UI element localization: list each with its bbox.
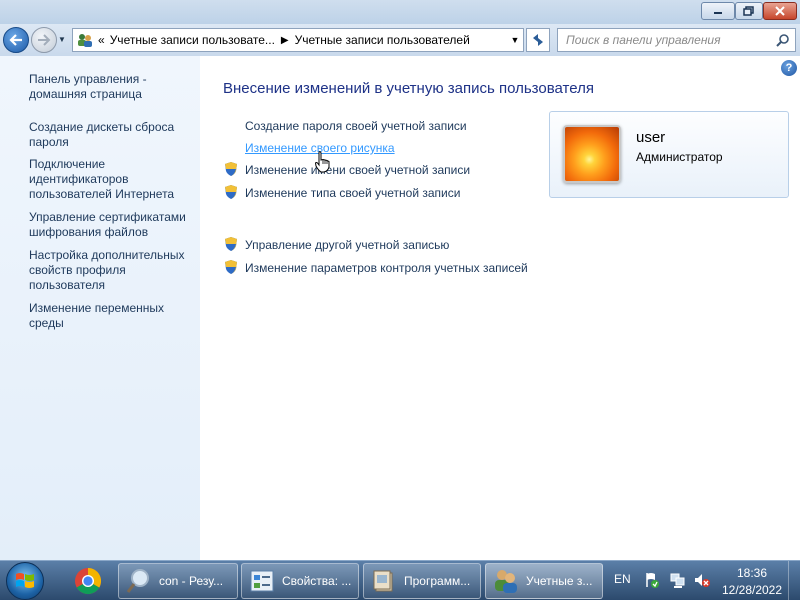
taskbar-item-programs[interactable]: Программ...: [363, 563, 481, 599]
system-tray: [643, 571, 713, 591]
uac-shield-icon: [225, 185, 237, 199]
sidebar-item-reset-disk[interactable]: Создание дискеты сброса пароля: [29, 120, 194, 150]
sidebar-item-online-ids[interactable]: Подключение идентификаторов пользователе…: [29, 157, 194, 202]
page-title: Внесение изменений в учетную запись поль…: [223, 80, 594, 97]
uac-shield-icon: [225, 162, 237, 176]
network-icon[interactable]: [669, 571, 687, 589]
help-button[interactable]: ?: [781, 60, 797, 76]
forward-arrow-icon: [38, 34, 51, 46]
breadcrumb-overflow[interactable]: «: [98, 33, 105, 47]
close-button[interactable]: [763, 2, 797, 20]
breadcrumb-item[interactable]: Учетные записи пользовате...: [110, 33, 275, 47]
address-bar[interactable]: « Учетные записи пользовате... ▶ Учетные…: [72, 28, 524, 52]
show-desktop-button[interactable]: [788, 561, 800, 600]
maximize-button[interactable]: [735, 2, 763, 20]
clock-time[interactable]: 18:36: [728, 566, 776, 580]
user-accounts-icon: [76, 32, 94, 48]
language-indicator[interactable]: EN: [614, 572, 631, 586]
manage-other-account-link[interactable]: Управление другой учетной записью: [245, 238, 449, 252]
change-account-type-link[interactable]: Изменение типа своей учетной записи: [245, 186, 460, 200]
sidebar: Панель управления - домашняя страница Со…: [0, 56, 200, 560]
windows-logo-icon: [16, 573, 34, 588]
maximize-icon: [743, 6, 754, 16]
taskbar-item-user-accounts[interactable]: Учетные з...: [485, 563, 603, 599]
volume-muted-icon[interactable]: [693, 571, 711, 589]
sidebar-item-home[interactable]: Панель управления - домашняя страница: [29, 72, 194, 102]
address-dropdown-icon[interactable]: ▼: [507, 29, 523, 51]
navigation-bar: ▼ « Учетные записи пользовате... ▶ Учетн…: [0, 24, 800, 56]
minimize-icon: [714, 12, 722, 14]
close-icon: [775, 6, 785, 16]
change-name-link[interactable]: Изменение имени своей учетной записи: [245, 163, 470, 177]
programs-icon: [373, 570, 393, 592]
clock-date[interactable]: 12/28/2022: [716, 583, 788, 597]
start-button[interactable]: [6, 562, 44, 600]
minimize-button[interactable]: [701, 2, 735, 20]
user-card: user Администратор: [549, 111, 789, 198]
taskbar-item-properties[interactable]: Свойства: ...: [241, 563, 359, 599]
title-bar: [0, 0, 800, 24]
sidebar-item-certificates[interactable]: Управление сертификатами шифрования файл…: [29, 210, 194, 240]
create-password-link[interactable]: Создание пароля своей учетной записи: [245, 119, 467, 133]
help-icon: ?: [785, 62, 793, 74]
user-name: user: [636, 129, 666, 146]
search-icon[interactable]: [776, 33, 790, 47]
uac-shield-icon: [225, 260, 237, 274]
breadcrumb-item-current[interactable]: Учетные записи пользователей: [295, 33, 470, 47]
back-arrow-icon: [9, 34, 22, 46]
search-placeholder[interactable]: Поиск в панели управления: [566, 33, 721, 47]
uac-settings-link[interactable]: Изменение параметров контроля учетных за…: [245, 261, 528, 275]
user-role: Администратор: [636, 150, 723, 164]
refresh-button[interactable]: [526, 28, 550, 52]
taskbar: con - Резу... Свойства: ... Программ... …: [0, 560, 800, 600]
breadcrumb-arrow-icon[interactable]: ▶: [281, 35, 289, 46]
chrome-taskbar-button[interactable]: [68, 564, 108, 598]
forward-button[interactable]: [31, 27, 57, 53]
search-box[interactable]: Поиск в панели управления: [557, 28, 796, 52]
hand-cursor-icon: [314, 151, 330, 173]
taskbar-item-label: con - Резу...: [159, 574, 224, 588]
chrome-icon: [75, 567, 102, 595]
taskbar-item-label: Свойства: ...: [282, 574, 352, 588]
magnifier-icon: [126, 569, 149, 593]
recent-pages-dropdown[interactable]: ▼: [58, 35, 66, 44]
taskbar-item-label: Программ...: [404, 574, 471, 588]
taskbar-item-label: Учетные з...: [526, 574, 593, 588]
refresh-icon: [533, 34, 543, 46]
sidebar-item-profile[interactable]: Настройка дополнительных свойств профиля…: [29, 248, 194, 293]
taskbar-item-search-results[interactable]: con - Резу...: [118, 563, 238, 599]
back-button[interactable]: [3, 27, 29, 53]
sidebar-item-env-vars[interactable]: Изменение переменных среды: [29, 301, 194, 331]
avatar[interactable]: [563, 125, 621, 183]
uac-shield-icon: [225, 237, 237, 251]
users-icon: [495, 570, 517, 593]
properties-icon: [250, 570, 274, 592]
main-content: ? Внесение изменений в учетную запись по…: [200, 56, 800, 560]
action-center-flag-icon[interactable]: [643, 571, 661, 589]
